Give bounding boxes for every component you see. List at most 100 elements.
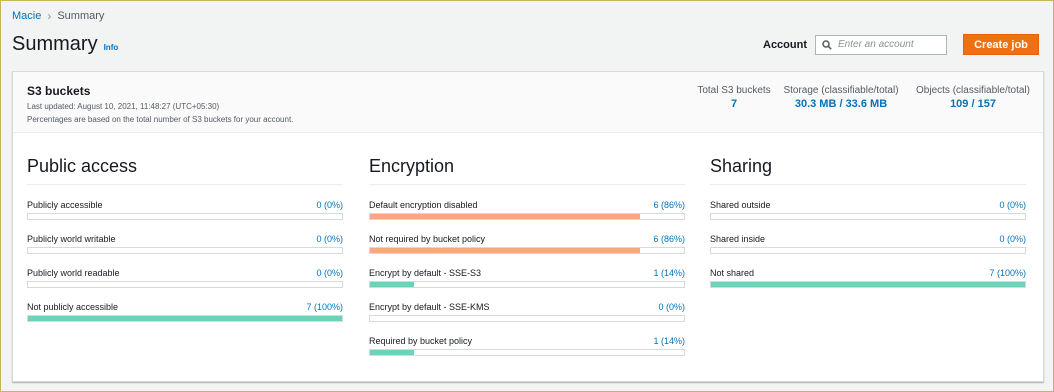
metric-row: Publicly world readable 0 (0%): [27, 268, 343, 290]
metric-label: Publicly world writable: [27, 234, 116, 244]
account-search-input[interactable]: [838, 39, 938, 50]
progress-bar: [369, 349, 685, 356]
s3-buckets-header: S3 buckets Last updated: August 10, 2021…: [13, 72, 1043, 133]
metric-row: Encrypt by default - SSE-KMS 0 (0%): [369, 302, 685, 324]
metric-label: Publicly accessible: [27, 200, 103, 210]
metric-row: Shared inside 0 (0%): [710, 234, 1026, 256]
metric-label: Encrypt by default - SSE-S3: [369, 268, 482, 278]
metric-line: Not required by bucket policy 6 (86%): [369, 234, 685, 244]
metric-line: Encrypt by default - SSE-S3 1 (14%): [369, 268, 685, 278]
breadcrumb-current: Summary: [57, 10, 105, 22]
metric-line: Shared outside 0 (0%): [710, 200, 1026, 210]
metric-line: Shared inside 0 (0%): [710, 234, 1026, 244]
metric-value-link[interactable]: 0 (0%): [999, 200, 1026, 210]
progress-bar: [710, 247, 1026, 254]
metric-label: Not shared: [710, 268, 755, 278]
progress-bar-fill: [370, 214, 641, 219]
page-header: Summary Info: [12, 33, 118, 56]
sharing-section: Sharing Shared outside 0 (0%) Shared insid…: [710, 156, 1026, 288]
progress-bar: [369, 315, 685, 322]
metric-row: Required by bucket policy 1 (14%): [369, 336, 685, 358]
metric-label: Publicly world readable: [27, 268, 120, 278]
metric-value-link[interactable]: 7 (100%): [989, 268, 1026, 278]
stat-value[interactable]: 109 / 157: [911, 98, 1035, 110]
info-link[interactable]: Info: [104, 43, 119, 52]
progress-bar-fill: [370, 350, 414, 355]
section-title: Sharing: [710, 156, 1026, 185]
progress-bar: [27, 247, 343, 254]
total-s3-buckets-stat: Total S3 buckets 7: [695, 85, 773, 110]
metric-row: Not shared 7 (100%): [710, 268, 1026, 290]
progress-bar-fill: [711, 282, 1025, 287]
account-label: Account: [763, 38, 807, 51]
s3-summary-panel: S3 buckets Last updated: August 10, 2021…: [12, 71, 1044, 382]
progress-bar-fill: [370, 282, 414, 287]
metric-row: Not publicly accessible 7 (100%): [27, 302, 343, 324]
metric-value-link[interactable]: 0 (0%): [658, 302, 685, 312]
stat-label: Total S3 buckets: [697, 85, 771, 96]
metric-row: Encrypt by default - SSE-S3 1 (14%): [369, 268, 685, 290]
metric-value-link[interactable]: 1 (14%): [653, 336, 685, 346]
metric-label: Encrypt by default - SSE-KMS: [369, 302, 490, 312]
metric-line: Publicly accessible 0 (0%): [27, 200, 343, 210]
breadcrumb-macie-link[interactable]: Macie: [12, 10, 41, 22]
account-search-box[interactable]: [815, 34, 947, 55]
metric-value-link[interactable]: 6 (86%): [653, 234, 685, 244]
section-title: Public access: [27, 156, 343, 185]
progress-bar: [27, 315, 343, 322]
progress-bar-fill: [370, 248, 641, 253]
metric-line: Not shared 7 (100%): [710, 268, 1026, 278]
metric-line: Required by bucket policy 1 (14%): [369, 336, 685, 346]
metric-value-link[interactable]: 7 (100%): [306, 302, 343, 312]
metric-row: Not required by bucket policy 6 (86%): [369, 234, 685, 256]
metric-row: Publicly world writable 0 (0%): [27, 234, 343, 256]
page-title: Summary: [12, 33, 98, 55]
metric-label: Shared inside: [710, 234, 766, 244]
public-access-section: Public access Publicly accessible 0 (0%) P…: [27, 156, 343, 322]
storage-stat: Storage (classifiable/total) 30.3 MB / 3…: [781, 85, 901, 110]
content-frame: Macie › Summary Summary Info Account Cre…: [0, 0, 1054, 392]
s3-buckets-title: S3 buckets: [27, 84, 91, 98]
create-job-button[interactable]: Create job: [963, 34, 1039, 55]
progress-bar: [27, 281, 343, 288]
metric-line: Not publicly accessible 7 (100%): [27, 302, 343, 312]
percentages-note: Percentages are based on the total numbe…: [27, 115, 294, 124]
metric-value-link[interactable]: 0 (0%): [316, 234, 343, 244]
metric-label: Not required by bucket policy: [369, 234, 486, 244]
encryption-section: Encryption Default encryption disabled 6 …: [369, 156, 685, 356]
metric-value-link[interactable]: 1 (14%): [653, 268, 685, 278]
progress-bar-fill: [28, 316, 342, 321]
progress-bar: [710, 281, 1026, 288]
metric-row: Default encryption disabled 6 (86%): [369, 200, 685, 222]
metric-row: Publicly accessible 0 (0%): [27, 200, 343, 222]
stat-value[interactable]: 30.3 MB / 33.6 MB: [781, 98, 901, 110]
metric-line: Publicly world readable 0 (0%): [27, 268, 343, 278]
metric-line: Publicly world writable 0 (0%): [27, 234, 343, 244]
metric-value-link[interactable]: 0 (0%): [316, 268, 343, 278]
stat-label: Objects (classifiable/total): [916, 85, 1030, 96]
stat-value[interactable]: 7: [695, 98, 773, 110]
metric-value-link[interactable]: 0 (0%): [316, 200, 343, 210]
metric-row: Shared outside 0 (0%): [710, 200, 1026, 222]
search-icon: [822, 39, 832, 50]
progress-bar: [369, 281, 685, 288]
metric-label: Shared outside: [710, 200, 771, 210]
section-title: Encryption: [369, 156, 685, 185]
metric-line: Default encryption disabled 6 (86%): [369, 200, 685, 210]
account-filter: Account Create job: [763, 34, 1039, 55]
progress-bar: [369, 213, 685, 220]
progress-bar: [710, 213, 1026, 220]
metric-label: Not publicly accessible: [27, 302, 119, 312]
metric-value-link[interactable]: 6 (86%): [653, 200, 685, 210]
metric-label: Required by bucket policy: [369, 336, 473, 346]
last-updated-text: Last updated: August 10, 2021, 11:48:27 …: [27, 102, 220, 111]
metric-value-link[interactable]: 0 (0%): [999, 234, 1026, 244]
progress-bar: [27, 213, 343, 220]
chevron-right-icon: ›: [47, 9, 52, 23]
objects-stat: Objects (classifiable/total) 109 / 157: [911, 85, 1035, 110]
metric-line: Encrypt by default - SSE-KMS 0 (0%): [369, 302, 685, 312]
stat-label: Storage (classifiable/total): [783, 85, 899, 96]
metric-label: Default encryption disabled: [369, 200, 478, 210]
progress-bar: [369, 247, 685, 254]
breadcrumb: Macie › Summary: [12, 9, 104, 23]
